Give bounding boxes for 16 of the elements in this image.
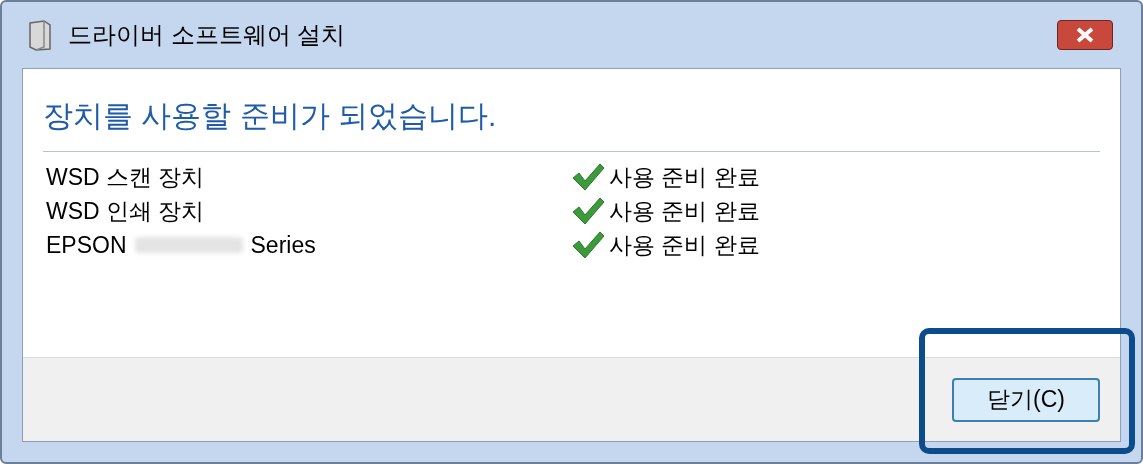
check-icon <box>571 162 605 192</box>
heading: 장치를 사용할 준비가 되었습니다. <box>43 98 498 134</box>
device-series: Series <box>250 230 316 260</box>
close-button[interactable] <box>1057 20 1113 50</box>
device-name: WSD 스캔 장치 <box>46 163 205 190</box>
check-icon <box>571 196 605 226</box>
device-status: 사용 준비 완료 <box>609 162 760 192</box>
close-icon <box>1076 27 1094 43</box>
device-status: 사용 준비 완료 <box>609 230 760 260</box>
device-name: EPSON <box>46 230 127 260</box>
close-dialog-button[interactable]: 닫기(C) <box>952 377 1100 422</box>
check-icon <box>571 230 605 260</box>
device-status: 사용 준비 완료 <box>609 196 760 226</box>
window-title: 드라이버 소프트웨어 설치 <box>68 20 346 50</box>
computer-tower-icon <box>26 19 52 51</box>
device-name: WSD 인쇄 장치 <box>46 197 205 224</box>
